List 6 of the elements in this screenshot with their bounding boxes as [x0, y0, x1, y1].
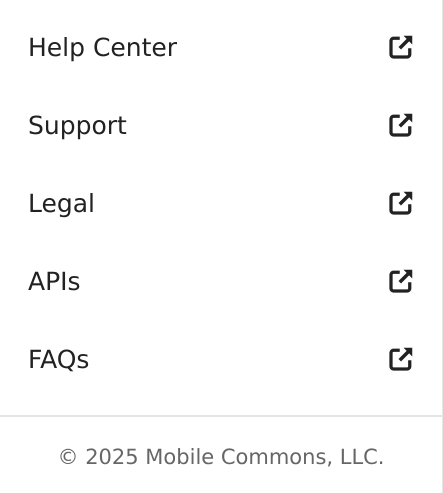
menu-link[interactable]: Help Center	[0, 8, 442, 86]
menu-link[interactable]: APIs	[0, 242, 442, 320]
menu-link[interactable]: Support	[0, 86, 442, 164]
menu-link[interactable]: FAQs	[0, 320, 442, 398]
copyright-text: © 2025 Mobile Commons, LLC.	[58, 445, 384, 469]
menu-link[interactable]: Legal	[0, 164, 442, 242]
